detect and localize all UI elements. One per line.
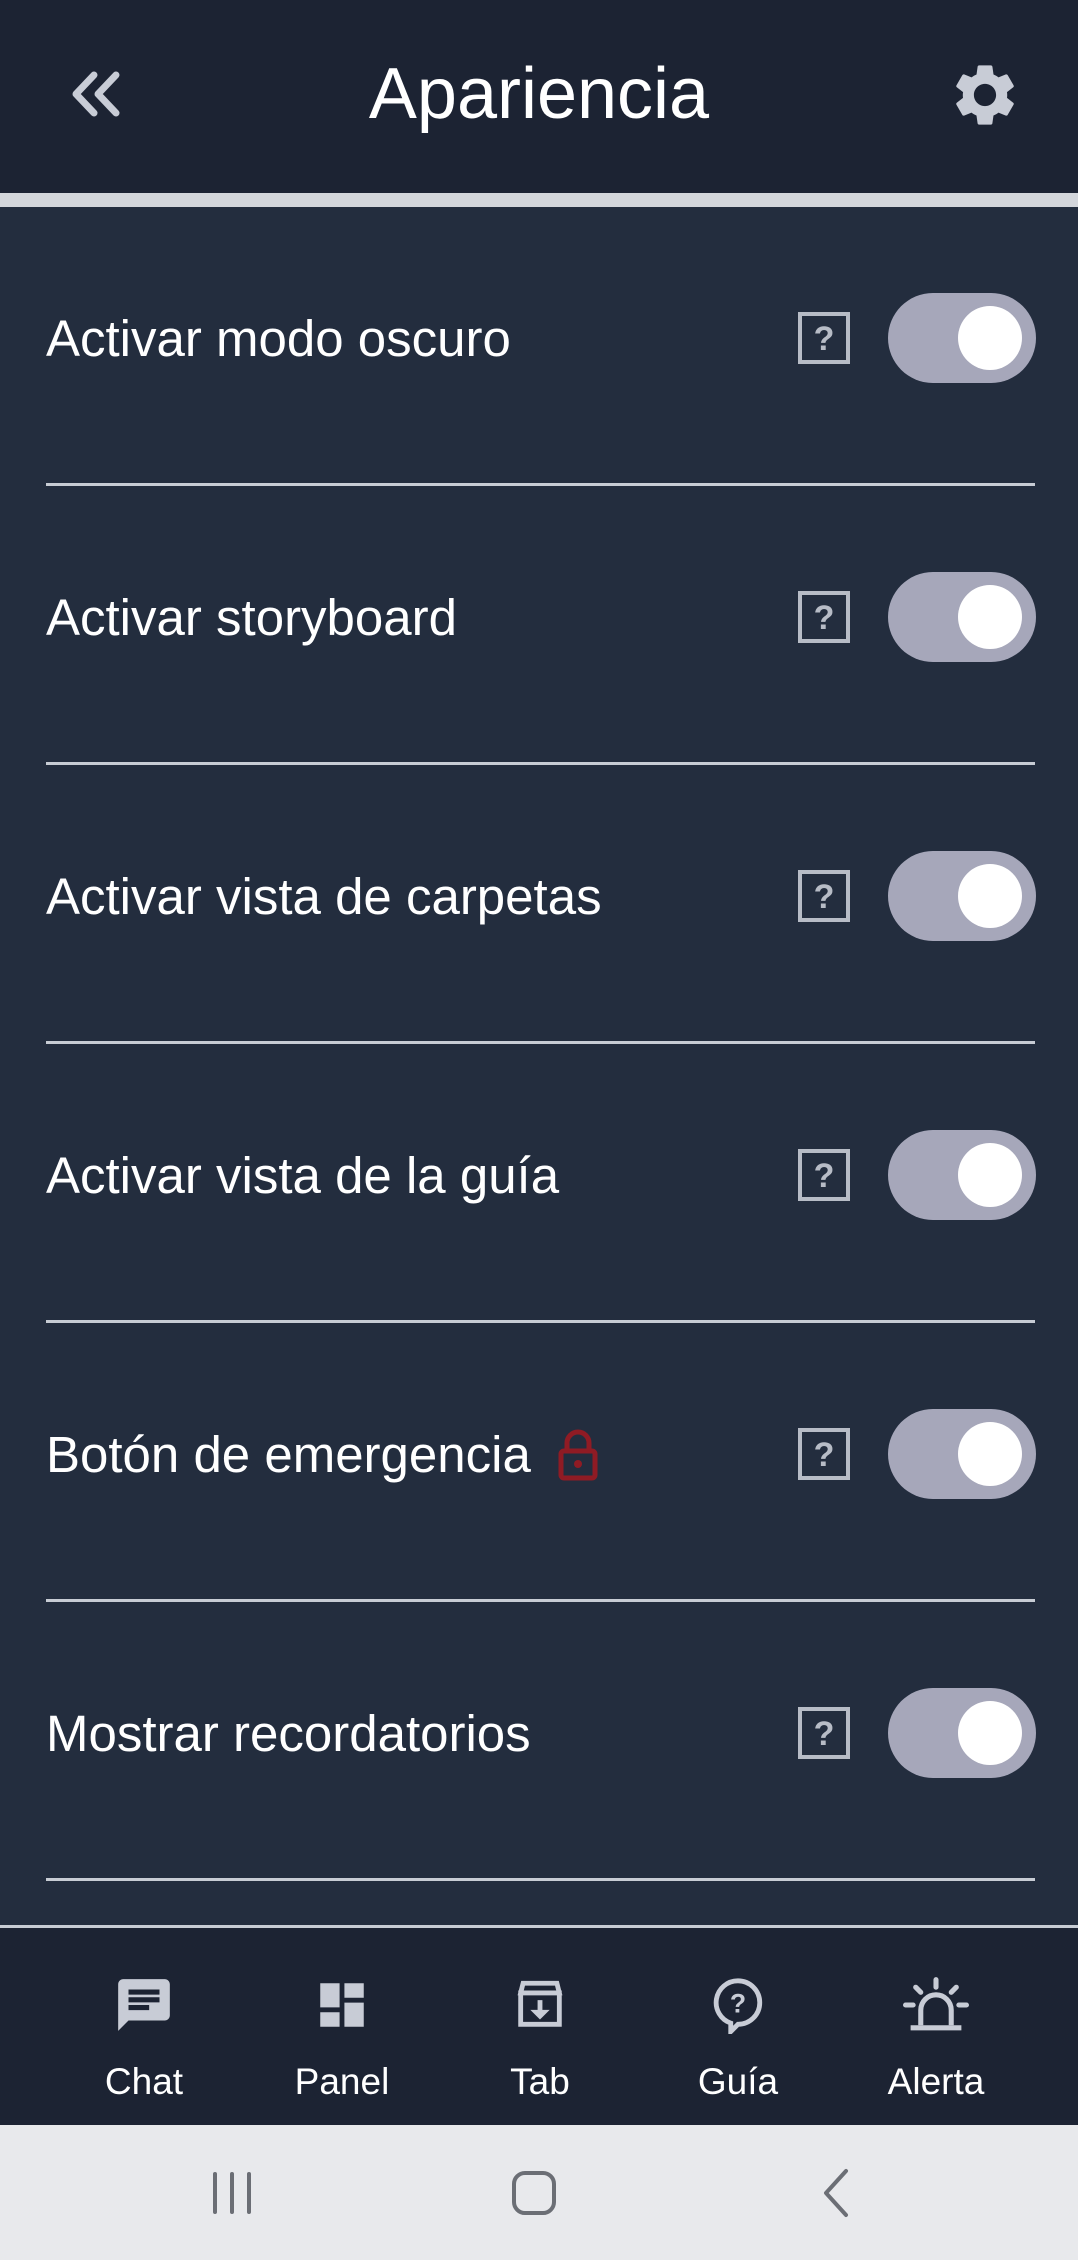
setting-label: Botón de emergencia <box>46 1426 531 1483</box>
nav-label: Chat <box>104 2061 184 2102</box>
question-box-icon: ? <box>798 1707 850 1759</box>
help-button[interactable]: ? <box>796 868 852 924</box>
setting-row-emergency-button: Botón de emergencia ? <box>46 1323 1036 1602</box>
svg-text:?: ? <box>814 1436 835 1474</box>
bottom-navigation: Chat Panel Tab ? Guía Alerta <box>0 1925 1078 2125</box>
setting-label: Activar vista de la guía <box>46 1147 560 1204</box>
help-button[interactable]: ? <box>796 310 852 366</box>
question-box-icon: ? <box>798 1428 850 1480</box>
header-divider <box>0 193 1078 207</box>
gear-icon <box>956 65 1014 125</box>
toggle-knob <box>958 1143 1022 1207</box>
recent-apps-button[interactable] <box>192 2155 272 2231</box>
nav-label: Panel <box>294 2061 390 2102</box>
help-bubble-icon: ? <box>713 1978 763 2034</box>
setting-label: Activar vista de carpetas <box>46 868 602 925</box>
recent-apps-icon <box>213 2172 251 2214</box>
setting-row-folders-view: Activar vista de carpetas ? <box>46 765 1036 1044</box>
question-box-icon: ? <box>798 312 850 364</box>
setting-row-guide-view: Activar vista de la guía ? <box>46 1044 1036 1323</box>
chevron-left-icon <box>824 2169 848 2217</box>
chat-icon <box>118 1979 170 2031</box>
toggle-knob <box>958 1701 1022 1765</box>
archive-download-icon <box>517 1980 563 2027</box>
nav-item-alert[interactable]: Alerta <box>837 1928 1035 2125</box>
setting-label: Activar storyboard <box>46 589 457 646</box>
svg-text:?: ? <box>814 878 835 916</box>
dashboard-icon <box>320 1983 364 2027</box>
svg-text:?: ? <box>730 1988 746 2018</box>
help-button[interactable]: ? <box>796 589 852 645</box>
help-button[interactable]: ? <box>796 1426 852 1482</box>
question-box-icon: ? <box>798 870 850 922</box>
toggle-knob <box>958 306 1022 370</box>
nav-label: Tab <box>510 2061 570 2102</box>
setting-row-dark-mode: Activar modo oscuro ? <box>46 207 1036 486</box>
toggle-switch[interactable] <box>888 1409 1036 1499</box>
question-box-icon: ? <box>798 1149 850 1201</box>
lock-icon <box>558 1429 598 1481</box>
toggle-knob <box>958 1422 1022 1486</box>
question-box-icon: ? <box>798 591 850 643</box>
setting-row-storyboard: Activar storyboard ? <box>46 486 1036 765</box>
system-back-button[interactable] <box>796 2155 876 2231</box>
nav-item-chat[interactable]: Chat <box>45 1928 243 2125</box>
svg-text:?: ? <box>814 1715 835 1753</box>
toggle-switch[interactable] <box>888 572 1036 662</box>
nav-label: Alerta <box>887 2061 985 2102</box>
toggle-switch[interactable] <box>888 851 1036 941</box>
svg-text:?: ? <box>814 1157 835 1195</box>
nav-item-guide[interactable]: ? Guía <box>639 1928 837 2125</box>
nav-item-panel[interactable]: Panel <box>243 1928 441 2125</box>
svg-text:?: ? <box>814 320 835 358</box>
setting-label: Activar modo oscuro <box>46 310 511 367</box>
help-button[interactable]: ? <box>796 1705 852 1761</box>
home-icon <box>512 2171 556 2215</box>
setting-label: Mostrar recordatorios <box>46 1705 531 1762</box>
home-button[interactable] <box>494 2155 574 2231</box>
app-header: Apariencia <box>0 0 1078 194</box>
setting-row-reminders: Mostrar recordatorios ? <box>46 1602 1036 1881</box>
toggle-switch[interactable] <box>888 1688 1036 1778</box>
svg-text:?: ? <box>814 599 835 637</box>
siren-icon <box>903 1977 969 2031</box>
page-title: Apariencia <box>368 54 710 134</box>
settings-button[interactable] <box>942 52 1028 138</box>
nav-item-tab[interactable]: Tab <box>441 1928 639 2125</box>
toggle-switch[interactable] <box>888 293 1036 383</box>
toggle-knob <box>958 864 1022 928</box>
help-button[interactable]: ? <box>796 1147 852 1203</box>
settings-list: Activar modo oscuro ? Activar storyboard… <box>0 207 1078 1881</box>
toggle-knob <box>958 585 1022 649</box>
system-navigation-bar <box>0 2125 1078 2260</box>
nav-label: Guía <box>697 2061 779 2102</box>
toggle-switch[interactable] <box>888 1130 1036 1220</box>
